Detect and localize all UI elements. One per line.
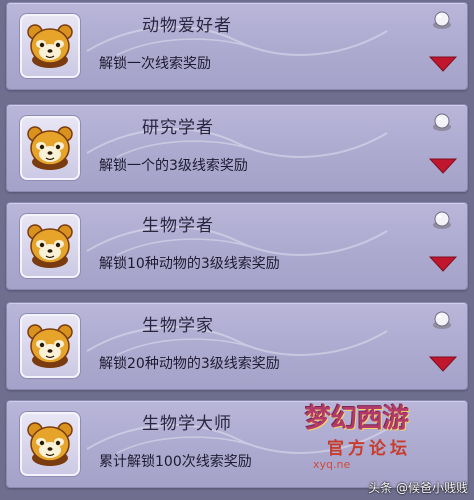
achievement-card[interactable]: 动物爱好者 解锁一次线索奖励	[6, 2, 468, 90]
pearl-icon	[433, 211, 451, 229]
achievement-icon-frame	[19, 115, 81, 181]
achievement-icon-frame	[19, 13, 81, 79]
red-panda-icon	[27, 224, 73, 268]
expand-arrow-icon[interactable]	[429, 355, 457, 373]
achievement-icon-frame	[19, 411, 81, 477]
achievement-description: 解锁一个的3级线索奖励	[99, 158, 248, 174]
achievement-title: 生物学者	[142, 216, 214, 236]
achievement-icon-frame	[19, 213, 81, 279]
achievement-icon-frame	[19, 313, 81, 379]
achievement-description: 解锁10种动物的3级线索奖励	[99, 256, 280, 272]
achievement-card[interactable]: 生物学大师 累计解锁100次线索奖励	[6, 400, 468, 488]
source-credit: 头条 @候爸小贱贱	[368, 481, 468, 495]
red-panda-icon	[27, 422, 73, 466]
achievement-title: 生物学家	[142, 316, 214, 336]
achievement-card[interactable]: 研究学者 解锁一个的3级线索奖励	[6, 104, 468, 192]
achievement-title: 动物爱好者	[142, 16, 232, 36]
pearl-icon	[433, 11, 451, 29]
red-panda-icon	[27, 324, 73, 368]
expand-arrow-icon[interactable]	[429, 157, 457, 175]
achievement-description: 解锁一次线索奖励	[99, 56, 211, 72]
achievement-card[interactable]: 生物学家 解锁20种动物的3级线索奖励	[6, 302, 468, 390]
expand-arrow-icon[interactable]	[429, 55, 457, 73]
red-panda-icon	[27, 24, 73, 68]
pearl-icon	[433, 311, 451, 329]
achievement-title: 研究学者	[142, 118, 214, 138]
achievement-description: 解锁20种动物的3级线索奖励	[99, 356, 280, 372]
expand-arrow-icon[interactable]	[429, 255, 457, 273]
achievement-title: 生物学大师	[142, 414, 232, 434]
achievement-list: 动物爱好者 解锁一次线索奖励 研究学者 解锁一个的3级线索奖励 生物学者 解锁1…	[0, 0, 474, 500]
achievement-card[interactable]: 生物学者 解锁10种动物的3级线索奖励	[6, 202, 468, 290]
pearl-icon	[433, 113, 451, 131]
achievement-description: 累计解锁100次线索奖励	[99, 454, 252, 470]
red-panda-icon	[27, 126, 73, 170]
